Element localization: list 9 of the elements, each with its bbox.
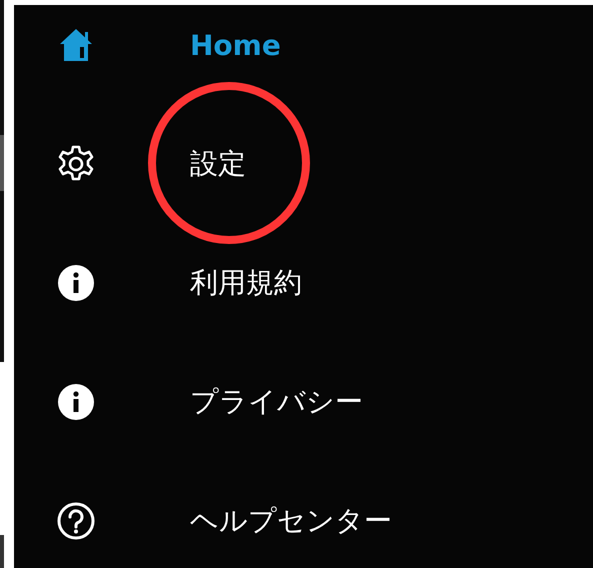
menu-item[interactable]: ヘルプセンター bbox=[190, 502, 392, 540]
info-icon bbox=[57, 264, 95, 302]
menu-item[interactable]: 利用規約 bbox=[190, 264, 302, 302]
menu-item[interactable]: Home bbox=[190, 28, 281, 62]
info-icon bbox=[57, 383, 95, 421]
menu-item[interactable]: 設定 bbox=[190, 145, 246, 183]
menu-item[interactable]: プライバシー bbox=[190, 383, 363, 421]
help-icon bbox=[57, 502, 95, 540]
home-icon bbox=[58, 27, 94, 63]
